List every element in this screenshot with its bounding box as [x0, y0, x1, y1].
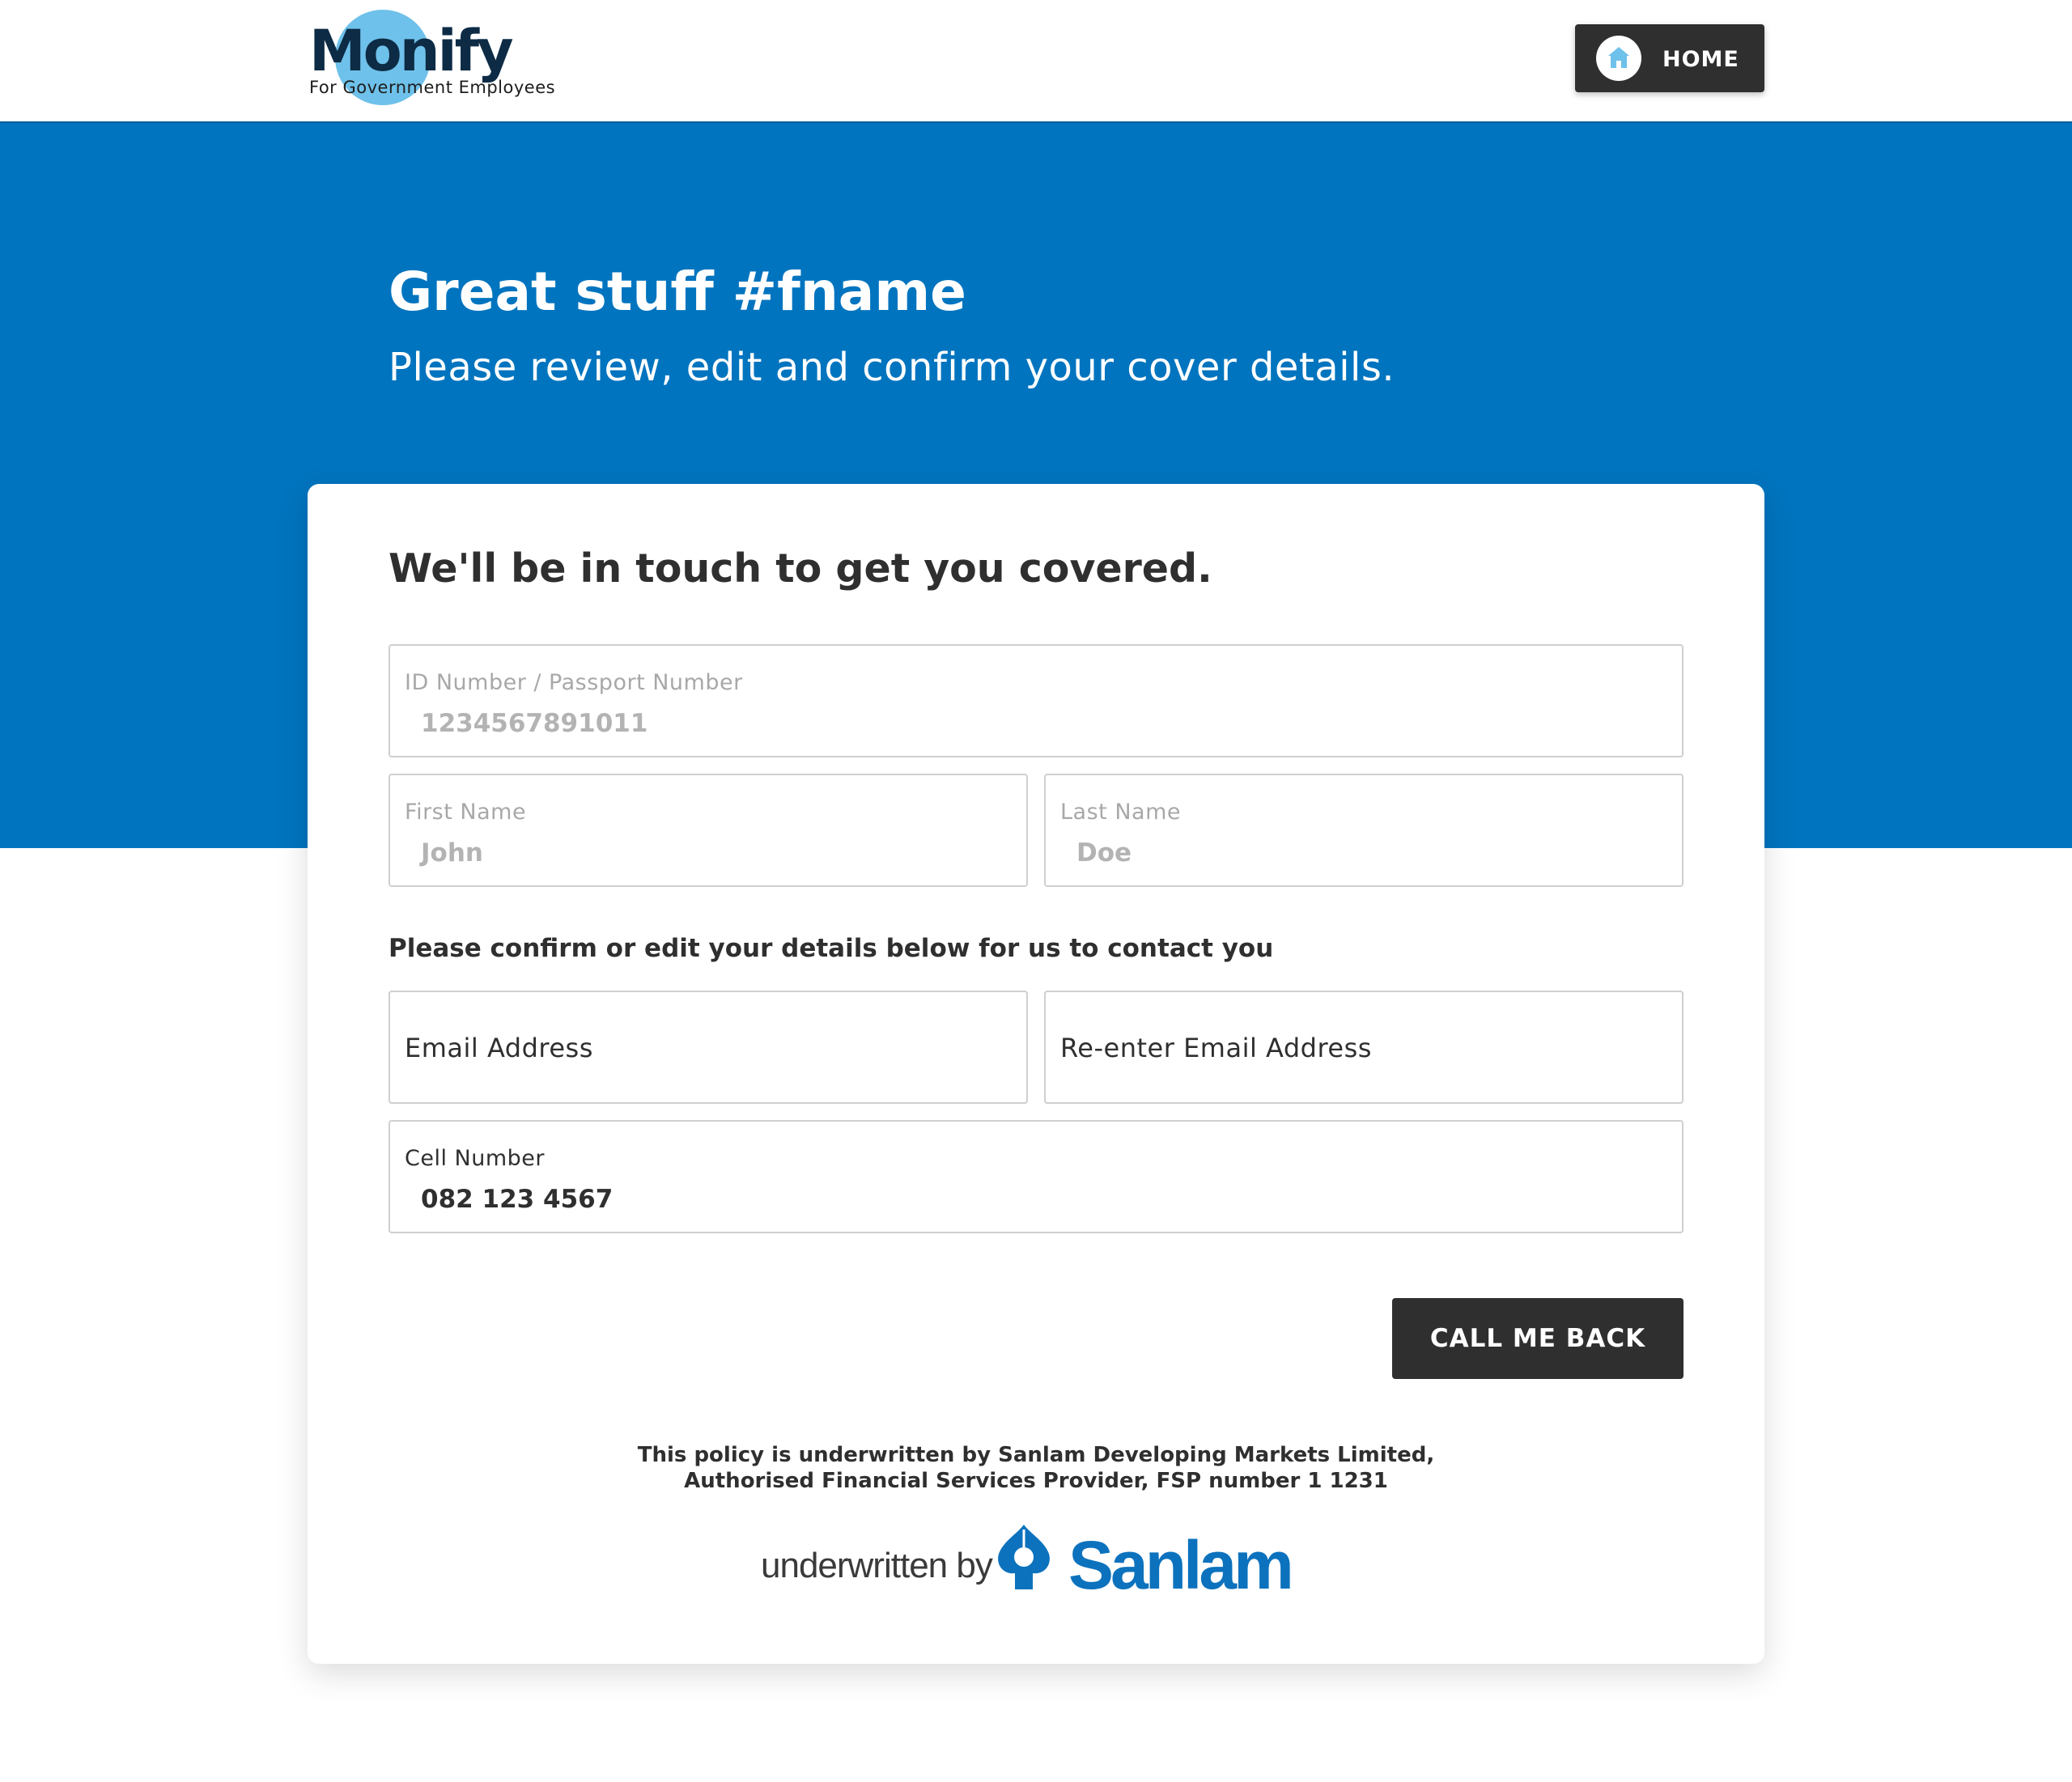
underwriter-badge: underwritten by Sanlam	[761, 1523, 1327, 1604]
email-placeholder: Email Address	[405, 1033, 593, 1063]
home-button[interactable]: HOME	[1575, 24, 1764, 92]
underwriter-disclaimer: This policy is underwritten by Sanlam De…	[308, 1442, 1764, 1494]
email-confirm-placeholder: Re-enter Email Address	[1060, 1033, 1372, 1063]
home-icon	[1596, 36, 1641, 81]
page-title: Great stuff #fname	[388, 261, 966, 323]
disclaimer-line-2: Authorised Financial Services Provider, …	[684, 1469, 1388, 1493]
site-header: Monify For Government Employees HOME	[0, 0, 2072, 121]
email-field[interactable]: Email Address	[388, 991, 1028, 1104]
underwritten-by-text: underwritten by	[761, 1546, 993, 1585]
id-number-value: 1234567891011	[421, 709, 648, 738]
cell-number-value: 082 123 4567	[421, 1185, 614, 1214]
first-name-value: John	[421, 838, 483, 868]
sanlam-logo-icon	[998, 1525, 1050, 1589]
cell-number-label: Cell Number	[405, 1146, 546, 1171]
home-button-label: HOME	[1662, 47, 1739, 72]
contact-prompt: Please confirm or edit your details belo…	[388, 934, 1274, 963]
last-name-label: Last Name	[1060, 800, 1181, 825]
last-name-value: Doe	[1076, 838, 1132, 868]
sanlam-wordmark: Sanlam	[1068, 1527, 1294, 1603]
first-name-field[interactable]: First Name John	[388, 774, 1028, 887]
id-number-field[interactable]: ID Number / Passport Number 123456789101…	[388, 644, 1684, 757]
id-number-label: ID Number / Passport Number	[405, 670, 743, 695]
monify-logo[interactable]: Monify For Government Employees	[309, 10, 568, 107]
card-title: We'll be in touch to get you covered.	[388, 545, 1212, 592]
logo-wordmark: Monify	[309, 18, 514, 84]
cell-number-field[interactable]: Cell Number 082 123 4567	[388, 1120, 1684, 1233]
first-name-label: First Name	[405, 800, 527, 825]
email-confirm-field[interactable]: Re-enter Email Address	[1044, 991, 1684, 1104]
page-subtitle: Please review, edit and confirm your cov…	[388, 345, 1395, 390]
cover-form-card: We'll be in touch to get you covered. ID…	[308, 484, 1764, 1664]
call-me-back-button[interactable]: CALL ME BACK	[1392, 1298, 1684, 1379]
disclaimer-line-1: This policy is underwritten by Sanlam De…	[637, 1443, 1435, 1467]
last-name-field[interactable]: Last Name Doe	[1044, 774, 1684, 887]
logo-tagline: For Government Employees	[309, 78, 556, 97]
